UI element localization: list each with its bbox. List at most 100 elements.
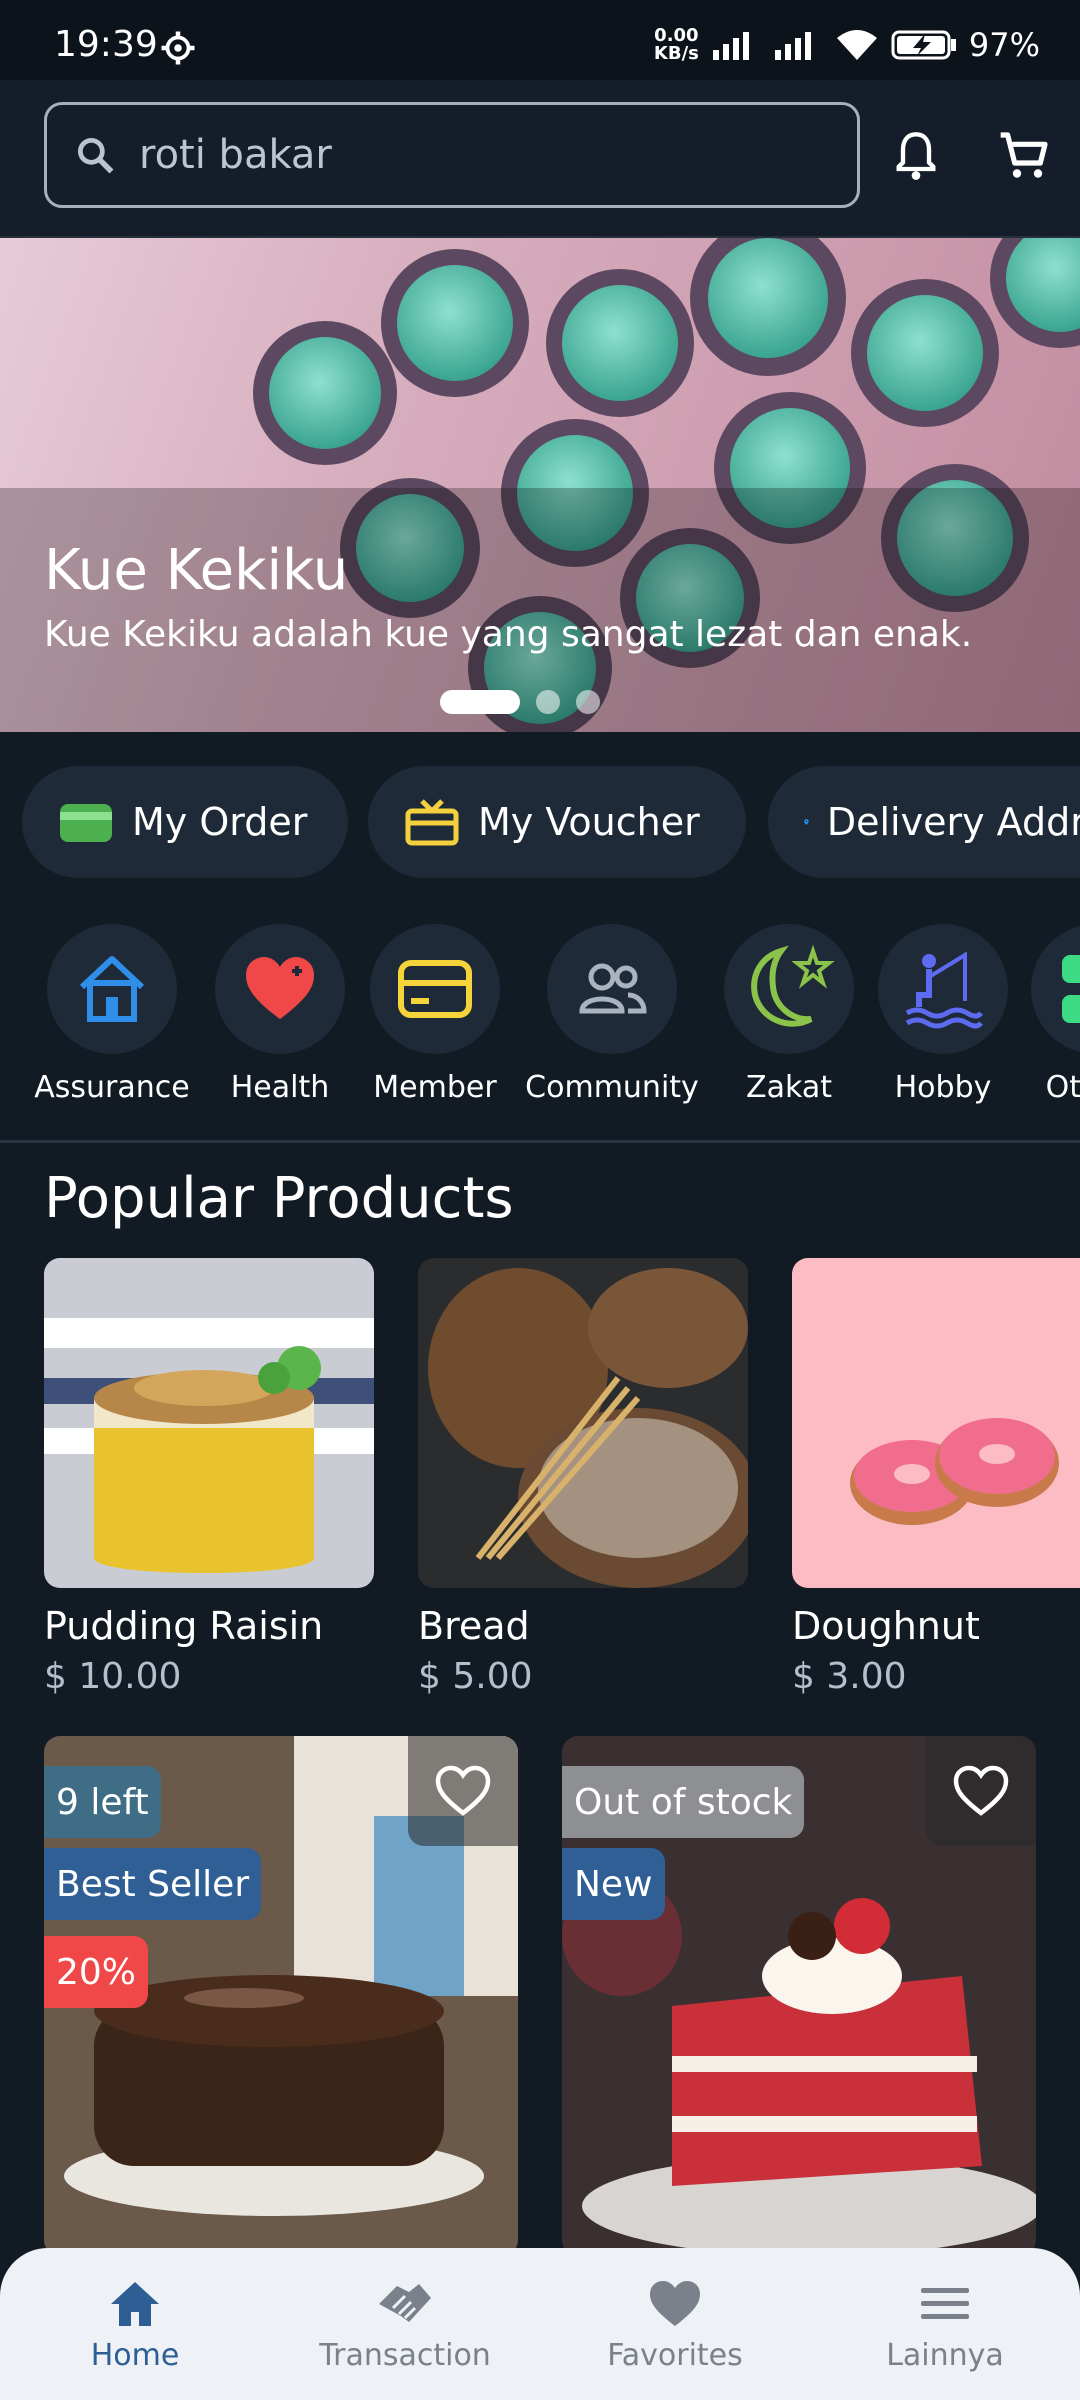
nav-home[interactable]: Home [0, 2248, 270, 2400]
carousel-dot[interactable] [576, 690, 600, 714]
category-label: Zakat [746, 1070, 832, 1104]
category-label: Assurance [34, 1070, 190, 1104]
new-badge: New [562, 1848, 665, 1920]
status-bar: 19:39 0.00 KB/s 97% [0, 0, 1080, 80]
carousel-indicator [440, 690, 600, 714]
category-label: Health [230, 1070, 330, 1104]
location-pin-icon [804, 819, 809, 825]
wifi-icon [836, 30, 877, 60]
heart-icon [650, 2281, 700, 2326]
my-voucher-chip[interactable]: My Voucher [368, 766, 746, 878]
cupcakes-image [0, 238, 1080, 732]
app-header: roti bakar [0, 80, 1080, 238]
product-card[interactable]: Doughnut $ 3.00 [792, 1258, 1080, 1697]
moon-star-icon [751, 944, 835, 1027]
search-input[interactable]: roti bakar [44, 102, 860, 208]
heart-outline-icon [953, 1765, 1009, 1816]
product-price: $ 10.00 [44, 1656, 182, 1697]
battery-charging-icon [891, 30, 956, 60]
delivery-address-chip[interactable]: Delivery Address [768, 766, 1080, 878]
hero-banner[interactable]: Kue Kekiku Kue Kekiku adalah kue yang sa… [0, 238, 1080, 732]
category-icon-circle [724, 924, 854, 1054]
product-image [418, 1258, 748, 1588]
search-icon [77, 137, 114, 174]
cart-icon[interactable] [996, 128, 1052, 184]
discount-badge: 20% [44, 1936, 149, 2008]
product-price: $ 5.00 [418, 1656, 533, 1697]
product-name: Bread [418, 1604, 530, 1648]
favorite-button[interactable] [408, 1736, 518, 1846]
popular-products-list: Pudding Raisin $ 10.00 Bread $ 5.00 Doug… [0, 1258, 1080, 1698]
quick-actions: My Order My Voucher Delivery Address [22, 766, 1080, 878]
product-name: Doughnut [792, 1604, 980, 1648]
battery-percent: 97% [968, 26, 1040, 64]
category-icon-circle [878, 924, 1008, 1054]
heart-outline-icon [435, 1765, 491, 1816]
fishing-icon [905, 951, 984, 1029]
bottom-navigation: Home Transaction Favorites Lainnya [0, 2248, 1080, 2400]
hero-description: Kue Kekiku adalah kue yang sangat lezat … [44, 614, 973, 655]
product-image [792, 1258, 1080, 1588]
category-icon-circle [370, 924, 500, 1054]
carousel-dot-active[interactable] [440, 690, 520, 714]
house-icon [79, 956, 145, 1022]
signal-icon-2 [774, 32, 811, 60]
product-card[interactable]: Pudding Raisin $ 10.00 [44, 1258, 374, 1697]
category-icon-circle [215, 924, 345, 1054]
handshake-icon [379, 2284, 431, 2322]
my-order-chip[interactable]: My Order [22, 766, 348, 878]
best-seller-badge: Best Seller [44, 1848, 262, 1920]
category-row: Assurance Health Member Community Zakat … [0, 924, 1080, 1104]
product-card[interactable]: Bread $ 5.00 [418, 1258, 748, 1697]
gift-icon [405, 799, 459, 846]
category-label: Member [373, 1070, 497, 1104]
category-community[interactable]: Community [522, 924, 702, 1104]
nav-favorites[interactable]: Favorites [540, 2248, 810, 2400]
stock-badge: 9 left [44, 1766, 161, 1838]
nav-transaction[interactable]: Transaction [270, 2248, 540, 2400]
section-divider [0, 1140, 1080, 1143]
category-icon-circle [47, 924, 177, 1054]
my-order-label: My Order [132, 800, 308, 844]
featured-product-card[interactable]: 9 left Best Seller 20% [44, 1736, 518, 2256]
stock-badge: Out of stock [562, 1766, 805, 1838]
category-member[interactable]: Member [345, 924, 525, 1104]
signal-icon [712, 32, 749, 60]
featured-product-card[interactable]: Out of stock New [562, 1736, 1036, 2256]
nav-lainnya[interactable]: Lainnya [810, 2248, 1080, 2400]
category-zakat[interactable]: Zakat [699, 924, 879, 1104]
others-icon [1062, 955, 1080, 1023]
nav-label: Favorites [607, 2338, 743, 2373]
favorite-button[interactable] [926, 1736, 1036, 1846]
home-icon [111, 2282, 159, 2326]
status-time: 19:39 [54, 24, 158, 65]
nav-label: Transaction [319, 2338, 491, 2373]
net-speed: 0.00 KB/s [654, 27, 699, 63]
category-assurance[interactable]: Assurance [22, 924, 202, 1104]
category-label: Community [525, 1070, 699, 1104]
section-title: Popular Products [44, 1166, 514, 1231]
product-name: Pudding Raisin [44, 1604, 324, 1648]
bell-icon[interactable] [890, 130, 942, 182]
category-icon-circle [547, 924, 677, 1054]
my-voucher-label: My Voucher [478, 800, 700, 844]
menu-icon [921, 2288, 969, 2319]
search-value: roti bakar [139, 132, 332, 178]
nav-label: Home [90, 2338, 180, 2373]
status-indicators: 0.00 KB/s 97% [654, 26, 1040, 64]
delivery-address-label: Delivery Address [826, 800, 1080, 844]
hero-title: Kue Kekiku [44, 538, 349, 603]
category-others[interactable]: Others [1006, 924, 1080, 1104]
category-label: Others [1045, 1070, 1080, 1104]
nav-label: Lainnya [886, 2338, 1004, 2373]
product-price: $ 3.00 [792, 1656, 907, 1697]
wallet-icon [60, 804, 112, 842]
category-health[interactable]: Health [190, 924, 370, 1104]
people-icon [579, 963, 647, 1014]
net-speed-unit: KB/s [653, 43, 699, 64]
card-icon [398, 960, 472, 1018]
settings-gear-icon [161, 31, 195, 65]
heart-plus-icon [246, 957, 314, 1019]
carousel-dot[interactable] [536, 690, 560, 714]
product-image [44, 1258, 374, 1588]
